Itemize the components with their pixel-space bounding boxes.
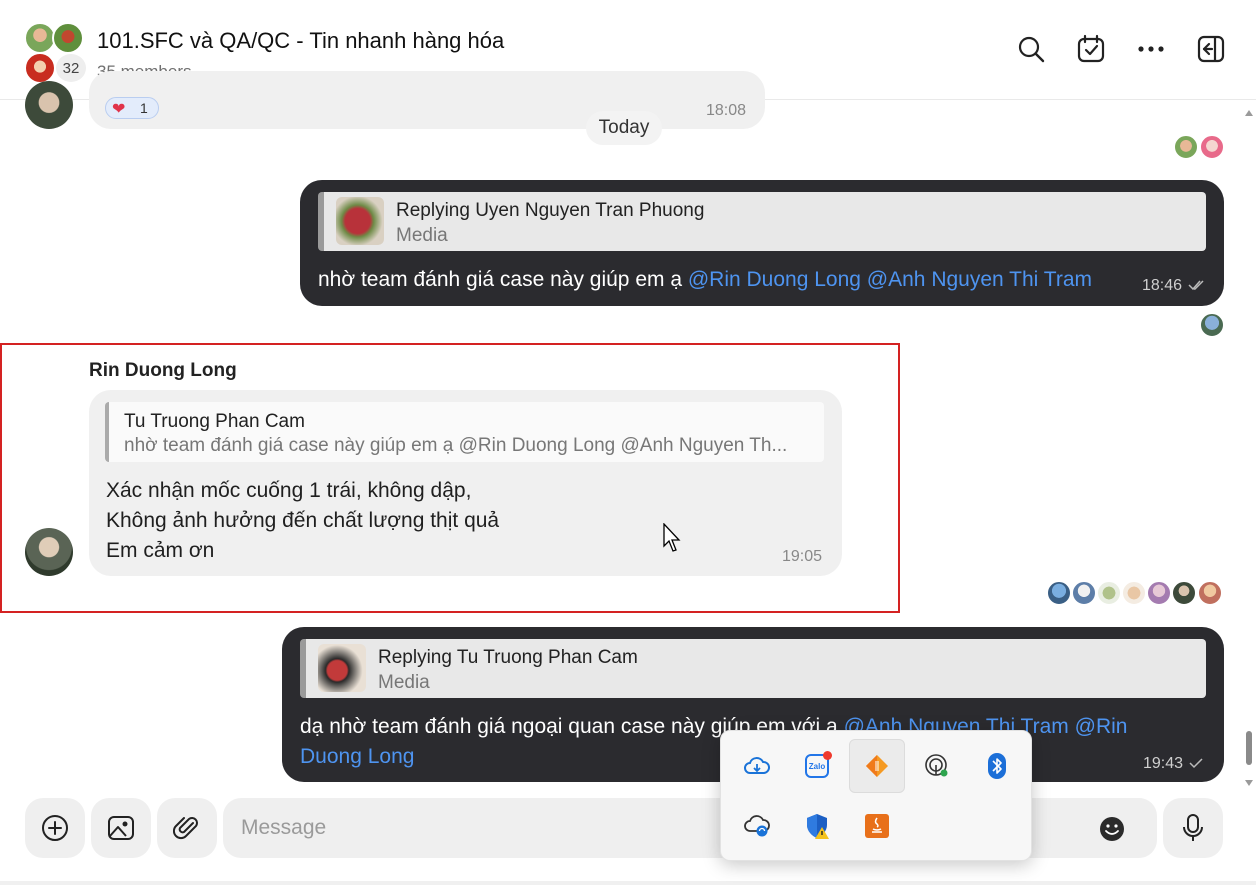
reaction-count: 1 <box>140 100 148 116</box>
media-thumbnail <box>336 197 384 245</box>
quote-text: nhờ team đánh giá case này giúp em ạ @Ri… <box>124 435 788 456</box>
message-line: Không ảnh hưởng đến chất lượng thịt quả <box>106 509 500 532</box>
avatar[interactable] <box>25 528 73 576</box>
member-count-badge: 32 <box>54 52 88 84</box>
add-icon <box>42 815 68 841</box>
member-avatar <box>52 22 84 54</box>
message-time: 18:08 <box>706 102 747 119</box>
message-bubble[interactable]: ❤ 1 18:08 <box>89 71 765 129</box>
seen-avatar <box>1072 581 1096 605</box>
seen-avatar <box>1200 135 1224 159</box>
image-icon <box>108 816 134 840</box>
seen-avatar <box>1147 581 1171 605</box>
seen-avatar <box>1172 581 1196 605</box>
reply-label: Replying Tu Truong Phan Cam <box>378 647 638 668</box>
reply-quote[interactable]: Replying Tu Truong Phan Cam Media <box>300 639 1206 698</box>
reply-type: Media <box>396 225 448 246</box>
scroll-up-icon[interactable] <box>1245 103 1253 121</box>
date-separator: Today <box>586 111 662 145</box>
mention-link[interactable]: @Anh Nguyen Thi Tram <box>867 268 1092 291</box>
sidebar-toggle-icon[interactable] <box>1194 32 1228 66</box>
windows-security-icon[interactable] <box>789 799 845 853</box>
bluetooth-icon[interactable] <box>969 739 1025 793</box>
message-body: nhờ team đánh giá case này giúp em ạ <box>318 268 688 291</box>
emoji-icon[interactable] <box>1099 816 1125 847</box>
onedrive-icon[interactable] <box>729 739 785 793</box>
reply-label: Replying Uyen Nguyen Tran Phuong <box>396 200 705 221</box>
java-icon[interactable] <box>849 799 905 853</box>
microphone-button[interactable] <box>1163 798 1223 858</box>
message-composer <box>0 791 1256 885</box>
search-icon[interactable] <box>1014 32 1048 66</box>
seen-avatar <box>1200 313 1224 337</box>
scroll-thumb[interactable] <box>1246 731 1252 765</box>
scrollbar[interactable] <box>1242 101 1256 791</box>
message-line: Em cảm ơn <box>106 539 215 562</box>
message-list[interactable]: ❤ 1 18:08 Today Replying Uyen Nguyen Tra… <box>0 71 1256 791</box>
mention-link[interactable]: @Rin Duong Long <box>688 268 861 291</box>
member-avatar <box>24 52 56 84</box>
calendar-check-icon[interactable] <box>1074 32 1108 66</box>
double-check-icon <box>1188 278 1206 297</box>
seen-avatar <box>1122 581 1146 605</box>
image-button[interactable] <box>91 798 151 858</box>
more-icon[interactable] <box>1134 32 1168 66</box>
microphone-icon <box>1183 814 1203 841</box>
seen-avatar <box>1097 581 1121 605</box>
add-button[interactable] <box>25 798 85 858</box>
zalo-icon[interactable]: Zalo <box>789 739 845 793</box>
seen-avatar <box>1174 135 1198 159</box>
mouse-cursor-icon <box>663 522 683 558</box>
app-icon[interactable] <box>849 739 905 793</box>
quoted-message[interactable]: Tu Truong Phan Cam nhờ team đánh giá cas… <box>105 402 824 462</box>
hotspot-icon[interactable] <box>909 739 965 793</box>
message-bubble-outgoing[interactable]: Replying Uyen Nguyen Tran Phuong Media n… <box>300 180 1224 306</box>
message-line: Xác nhận mốc cuống 1 trái, không dập, <box>106 479 472 502</box>
media-thumbnail <box>318 644 366 692</box>
bottom-edge <box>0 881 1256 885</box>
check-icon <box>1188 756 1204 775</box>
quote-author: Tu Truong Phan Cam <box>124 411 305 432</box>
reply-quote[interactable]: Replying Uyen Nguyen Tran Phuong Media <box>318 192 1206 251</box>
sender-name[interactable]: Rin Duong Long <box>89 360 237 382</box>
group-title[interactable]: 101.SFC và QA/QC - Tin nhanh hàng hóa <box>97 28 504 54</box>
heart-icon: ❤ <box>112 101 126 118</box>
seen-avatar <box>1198 581 1222 605</box>
attach-button[interactable] <box>157 798 217 858</box>
message-time: 19:43 <box>1143 755 1184 772</box>
avatar[interactable] <box>25 81 73 129</box>
scroll-down-icon[interactable] <box>1245 773 1253 791</box>
seen-avatar <box>1047 581 1071 605</box>
message-bubble[interactable]: Tu Truong Phan Cam nhờ team đánh giá cas… <box>89 390 842 576</box>
system-tray-overflow: Zalo <box>720 730 1032 861</box>
onedrive-sync-icon[interactable] <box>729 799 785 853</box>
message-text: nhờ team đánh giá case này giúp em ạ @Ri… <box>318 265 1092 295</box>
message-time: 19:05 <box>782 548 823 565</box>
reply-type: Media <box>378 672 430 693</box>
group-avatar[interactable]: 32 <box>22 20 88 84</box>
reaction-badge[interactable]: ❤ 1 <box>105 97 159 119</box>
attach-icon <box>173 817 198 840</box>
message-time: 18:46 <box>1142 277 1183 294</box>
